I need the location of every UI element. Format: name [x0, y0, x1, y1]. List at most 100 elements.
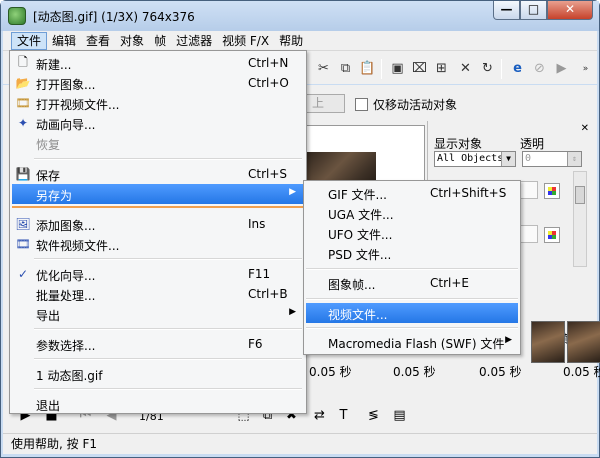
display-object-select[interactable]: All Objects ▼: [434, 151, 516, 167]
menu-item-revert[interactable]: 恢复: [12, 133, 304, 153]
frame-thumbnail-7[interactable]: [567, 321, 600, 363]
menu-edit[interactable]: 编辑: [47, 32, 81, 50]
opacity-spinner[interactable]: 0 ⇕: [522, 151, 582, 167]
app-window: [动态图.gif] (1/3X) 764x376 — □ ✕ 文件 编辑 查看 …: [0, 0, 600, 458]
submenu-item-image-frames[interactable]: 图象帧... Ctrl+E: [306, 273, 518, 293]
menu-item-label: 恢复: [36, 138, 61, 152]
menu-item-shortcut: Ctrl+B: [248, 287, 288, 301]
menu-item-batch[interactable]: 批量处理... Ctrl+B: [12, 284, 304, 304]
menu-item-label: GIF 文件...: [328, 188, 387, 202]
panel-close-icon[interactable]: ✕: [581, 123, 589, 134]
submenu-item-flash[interactable]: Macromedia Flash (SWF) 文件 ▶: [306, 332, 518, 352]
minimize-button[interactable]: —: [493, 1, 520, 20]
move-active-only-label: 仅移动活动对象: [373, 98, 458, 112]
maximize-button[interactable]: □: [520, 1, 547, 20]
menu-item-label: 参数选择...: [36, 339, 96, 353]
menu-object[interactable]: 对象: [115, 32, 149, 50]
submenu-arrow-icon: ▶: [289, 307, 296, 317]
frame-icon[interactable]: ▣: [389, 60, 406, 77]
refresh-icon[interactable]: ↻: [479, 60, 496, 77]
ghost-button[interactable]: 上: [305, 94, 345, 113]
menu-item-exit[interactable]: 退出: [12, 394, 304, 414]
menu-item-label: 保存: [36, 169, 61, 183]
opacity-value: 0: [525, 153, 532, 164]
tween-icon[interactable]: ⇄: [311, 407, 328, 424]
submenu-item-psd[interactable]: PSD 文件...: [306, 243, 518, 263]
menu-item-label: 另存为: [36, 189, 73, 203]
paste-icon[interactable]: 📋: [359, 60, 376, 77]
menu-item-label: UFO 文件...: [328, 228, 393, 242]
menu-item-add-image[interactable]: 🖼 添加图象... Ins: [12, 214, 304, 234]
app-logo-icon: [8, 7, 26, 25]
menu-separator: [34, 258, 302, 260]
cancel-icon[interactable]: ⊘: [531, 60, 548, 77]
submenu-arrow-icon: ▶: [289, 187, 296, 197]
resize-icon[interactable]: ✕: [457, 60, 474, 77]
menu-item-add-video[interactable]: 🎞 软件视频文件...: [12, 234, 304, 254]
toolbar-separator: [381, 59, 382, 79]
submenu-item-video-file[interactable]: 视频文件...: [306, 303, 518, 323]
panel-scrollbar[interactable]: [573, 171, 587, 267]
palette-icon: [548, 187, 556, 195]
text-frame-icon[interactable]: T: [335, 407, 352, 424]
chevron-down-icon[interactable]: ▼: [501, 152, 515, 166]
spinner-arrows-icon[interactable]: ⇕: [567, 152, 581, 166]
display-object-value: All Objects: [437, 153, 504, 164]
delete-icon[interactable]: ⌧: [411, 60, 428, 77]
menu-item-label: 视频文件...: [328, 308, 388, 322]
menu-item-label: 优化向导...: [36, 269, 96, 283]
cut-icon[interactable]: ✂: [315, 60, 332, 77]
menu-video-fx[interactable]: 视频 F/X: [217, 32, 274, 50]
ie-icon[interactable]: e: [509, 60, 526, 77]
submenu-item-uga[interactable]: UGA 文件...: [306, 203, 518, 223]
menu-item-shortcut: Ctrl+S: [248, 167, 288, 181]
menu-item-preferences[interactable]: 参数选择... F6: [12, 334, 304, 354]
scrollbar-thumb[interactable]: [575, 186, 585, 204]
menu-item-label: 1 动态图.gif: [36, 369, 103, 383]
menu-filter[interactable]: 过滤器: [171, 32, 217, 50]
close-icon: ✕: [564, 2, 576, 16]
menu-item-label: 动画向导...: [36, 118, 96, 132]
frame-thumbnail-6[interactable]: [531, 321, 565, 363]
move-active-only-checkbox[interactable]: [355, 98, 368, 111]
close-button[interactable]: ✕: [547, 1, 593, 20]
minimize-icon: —: [500, 2, 513, 16]
toolbar-overflow-icon[interactable]: »: [577, 60, 594, 77]
menu-item-save-as[interactable]: 另存为 ▶: [12, 184, 304, 204]
menu-view[interactable]: 查看: [81, 32, 115, 50]
menu-help[interactable]: 帮助: [274, 32, 308, 50]
window-title: [动态图.gif] (1/3X) 764x376: [33, 10, 195, 24]
menu-separator: [34, 158, 302, 160]
menu-item-optimize-wizard[interactable]: ✓ 优化向导... F11: [12, 264, 304, 284]
color-swatch-1[interactable]: [544, 183, 560, 199]
menu-item-open-video[interactable]: 🎞 打开视频文件...: [12, 93, 304, 113]
move-active-only-option[interactable]: 仅移动活动对象: [355, 96, 457, 113]
title-bar[interactable]: [动态图.gif] (1/3X) 764x376 — □ ✕: [1, 1, 599, 31]
menu-frame[interactable]: 帧: [149, 32, 171, 50]
submenu-item-ufo[interactable]: UFO 文件...: [306, 223, 518, 243]
add-video-icon: 🎞: [15, 237, 31, 251]
menu-item-label: PSD 文件...: [328, 248, 392, 262]
menu-file[interactable]: 文件: [11, 31, 48, 50]
menu-separator: [306, 298, 518, 300]
file-menu-dropdown: 🗋 新建... Ctrl+N 📂 打开图象... Ctrl+O 🎞 打开视频文件…: [9, 50, 307, 414]
menu-item-export[interactable]: 导出 ▶: [12, 304, 304, 324]
menu-item-open-image[interactable]: 📂 打开图象... Ctrl+O: [12, 73, 304, 93]
new-file-icon: 🗋: [18, 54, 28, 69]
submenu-arrow-icon: ▶: [505, 335, 512, 345]
reverse-icon[interactable]: ≶: [365, 407, 382, 424]
menu-item-shortcut: F11: [248, 267, 271, 281]
menu-item-recent-file[interactable]: 1 动态图.gif: [12, 364, 304, 384]
menu-item-new[interactable]: 🗋 新建... Ctrl+N: [12, 53, 304, 73]
color-swatch-2[interactable]: [544, 227, 560, 243]
menu-item-save[interactable]: 💾 保存 Ctrl+S: [12, 164, 304, 184]
save-as-submenu: GIF 文件... Ctrl+Shift+S UGA 文件... UFO 文件.…: [303, 180, 521, 355]
frame-props-icon[interactable]: ▤: [391, 407, 408, 424]
menu-item-animation-wizard[interactable]: ✦ 动画向导...: [12, 113, 304, 133]
frame-delay: 0.05 秒: [563, 365, 600, 379]
menu-item-shortcut: Ins: [248, 217, 266, 231]
crop-icon[interactable]: ⊞: [433, 60, 450, 77]
submenu-item-gif[interactable]: GIF 文件... Ctrl+Shift+S: [306, 183, 518, 203]
copy-icon[interactable]: ⧉: [337, 60, 354, 77]
play-icon[interactable]: ▶: [553, 60, 570, 77]
